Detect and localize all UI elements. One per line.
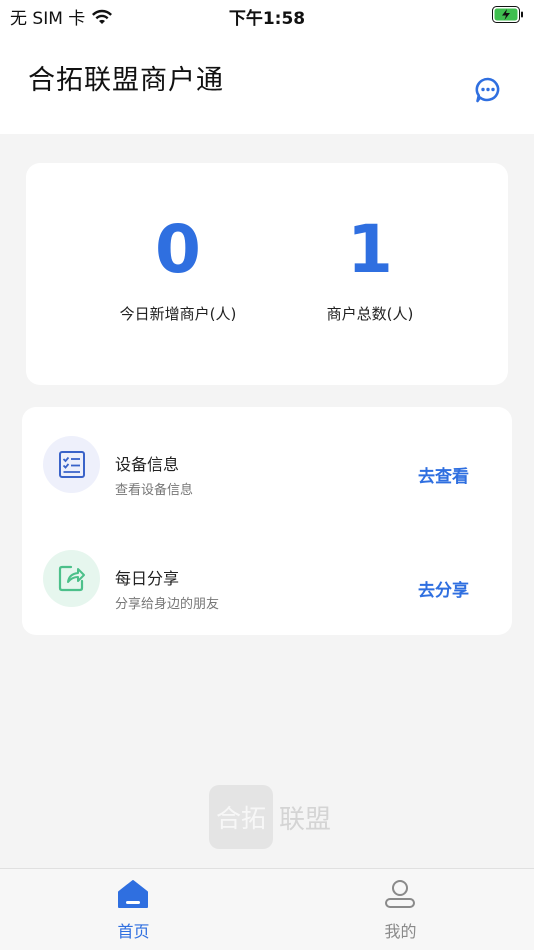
watermark-logo-box: 合拓 (209, 785, 273, 849)
share-icon (58, 565, 85, 592)
menu-card: 设备信息 查看设备信息 去查看 每日分享 分享给身边的朋友 去分享 (22, 407, 512, 635)
menu-subtitle: 分享给身边的朋友 (115, 597, 220, 612)
stat-label: 今日新增商户(人) (119, 305, 237, 323)
page-title: 合拓联盟商户通 (28, 65, 224, 96)
status-bar: 无 SIM 卡 下午1:58 (0, 0, 534, 30)
stats-card: 0 今日新增商户(人) 1 商户总数(人) (26, 163, 508, 385)
watermark-text: 联盟 (279, 804, 332, 835)
brand-watermark: 合拓 联盟 (209, 785, 331, 849)
status-time: 下午1:58 (228, 9, 306, 29)
menu-subtitle: 查看设备信息 (115, 483, 194, 498)
chat-bubble-icon[interactable] (474, 76, 502, 104)
home-icon (118, 880, 148, 908)
menu-title: 每日分享 (115, 569, 180, 588)
stat-label: 商户总数(人) (326, 305, 414, 323)
tab-bar: 首页 我的 (0, 868, 534, 950)
stat-value: 1 (347, 211, 393, 288)
tab-home[interactable]: 首页 (0, 869, 267, 950)
header: 合拓联盟商户通 (0, 30, 534, 134)
menu-icon-container (43, 436, 100, 493)
share-button[interactable]: 去分享 (418, 576, 469, 601)
user-icon (385, 880, 415, 908)
view-device-button[interactable]: 去查看 (418, 462, 469, 487)
tab-mine[interactable]: 我的 (267, 869, 534, 950)
stat-value: 0 (155, 211, 201, 288)
battery-charging-icon (492, 6, 523, 23)
checklist-icon (59, 451, 85, 478)
menu-icon-container (43, 550, 100, 607)
tab-label: 我的 (384, 922, 417, 941)
menu-title: 设备信息 (115, 455, 180, 474)
menu-item-device-info[interactable]: 设备信息 查看设备信息 去查看 (22, 415, 512, 515)
tab-label: 首页 (117, 922, 150, 941)
menu-item-daily-share[interactable]: 每日分享 分享给身边的朋友 去分享 (22, 529, 512, 629)
